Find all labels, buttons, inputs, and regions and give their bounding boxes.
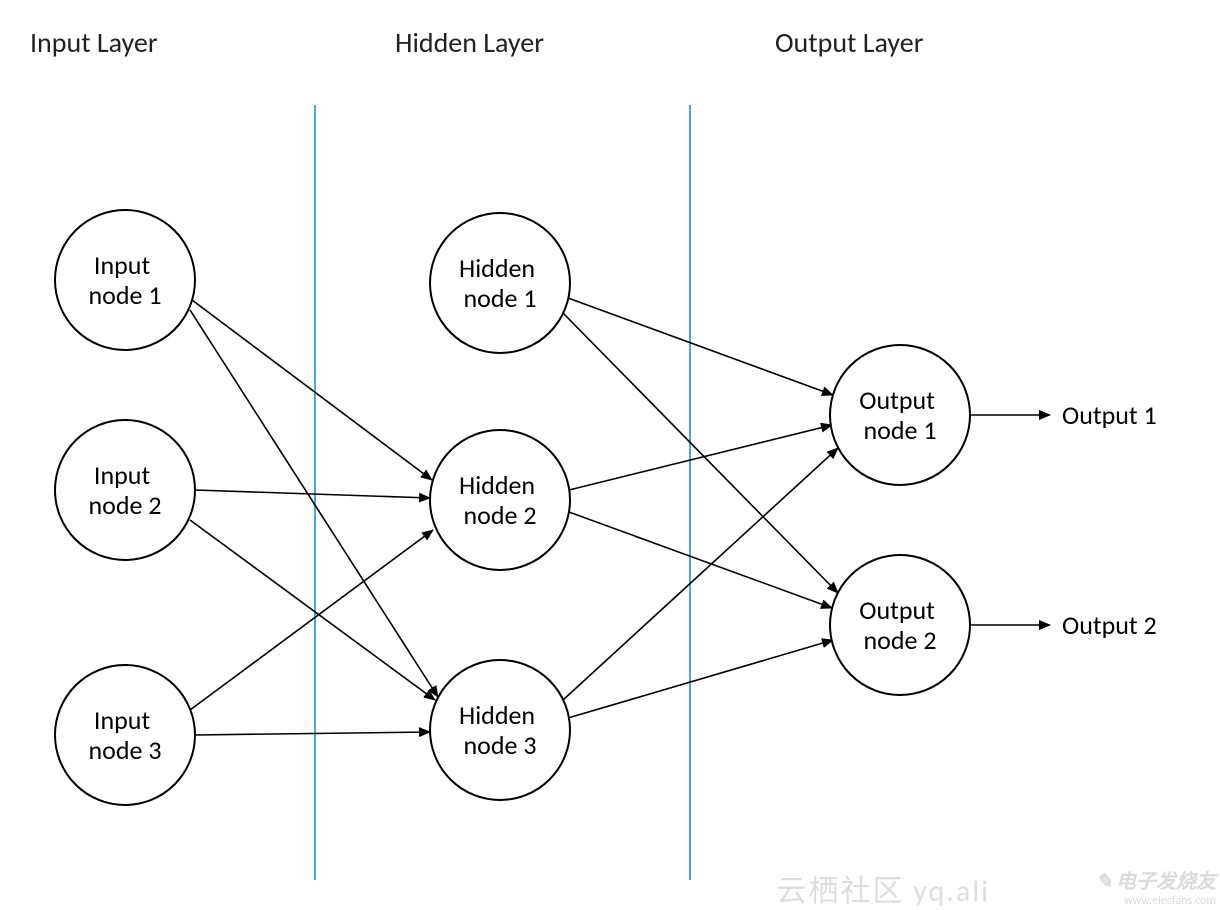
input-node-3-label: Input node 3: [88, 704, 161, 766]
watermark-brand: ✎ 电子发烧友 www.elecfans.com: [1096, 872, 1216, 908]
output-node-1-label: Output node 1: [859, 384, 941, 446]
diagram-canvas: Input Layer Hidden Layer Output Layer: [0, 0, 1220, 910]
watermark-brand-text: 电子发烧友: [1116, 870, 1216, 894]
watermark-brand-url: www.elecfans.com: [1124, 894, 1216, 908]
output-node-2-label: Output node 2: [859, 594, 941, 656]
watermark-brand-icon: ✎: [1096, 870, 1113, 894]
hidden-node-2-label: Hidden node 2: [459, 469, 541, 531]
edges-hidden-output: [563, 298, 838, 718]
diagram-svg: Input node 1 Input node 2 Input node 3 H…: [0, 0, 1220, 910]
output-1-label: Output 1: [1062, 399, 1157, 431]
hidden-node-3-label: Hidden node 3: [459, 699, 541, 761]
input-node-1-label: Input node 1: [88, 249, 161, 311]
output-2-label: Output 2: [1062, 609, 1157, 641]
watermark-cn: 云栖社区 yq.ali: [777, 866, 990, 910]
input-node-2-label: Input node 2: [88, 459, 161, 521]
hidden-node-1-label: Hidden node 1: [459, 252, 541, 314]
edges-output-labels: [970, 415, 1050, 625]
